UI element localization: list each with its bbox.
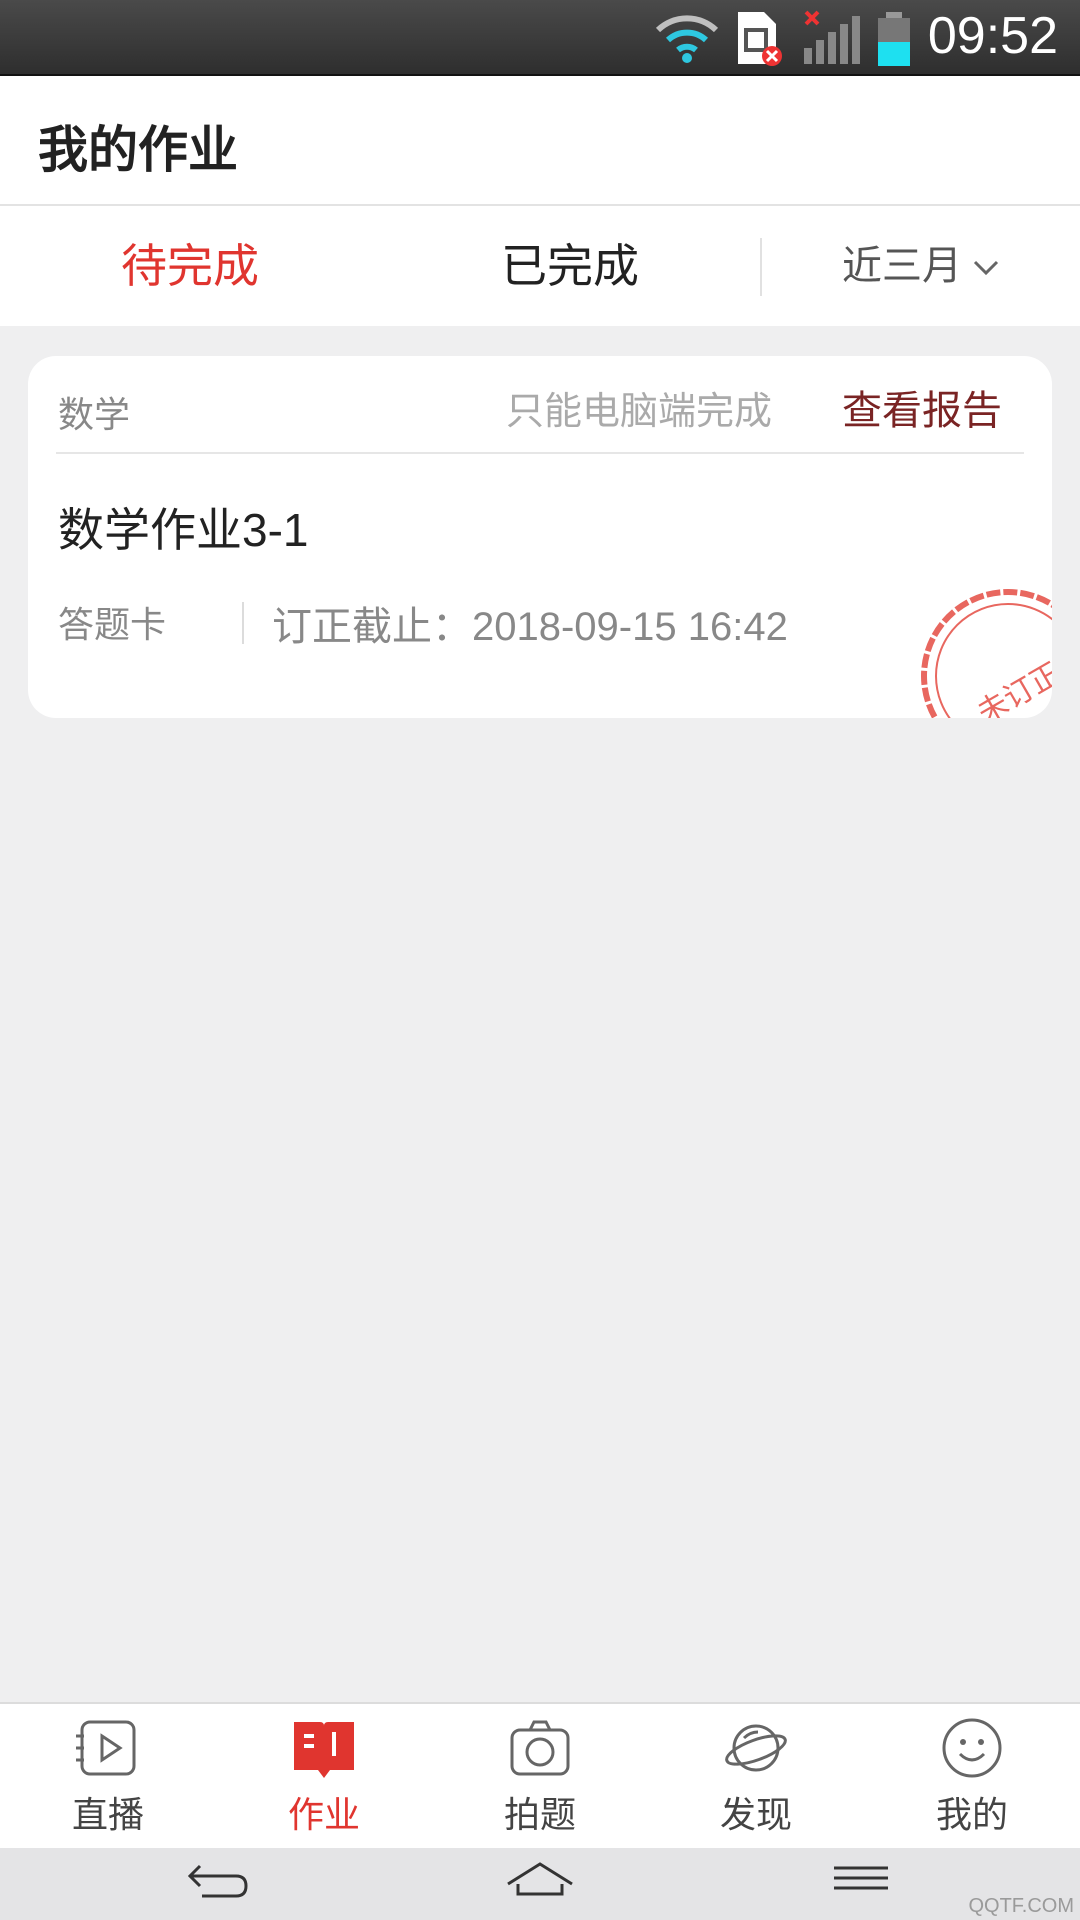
app-header: 我的作业	[0, 76, 1080, 206]
play-icon	[76, 1720, 136, 1776]
home-icon[interactable]	[506, 1858, 574, 1902]
book-icon	[294, 1722, 354, 1778]
sim-error-icon	[734, 10, 786, 72]
homework-tabs: 待完成 已完成 近三月	[0, 206, 1080, 326]
not-corrected-stamp: 未订正	[921, 589, 1052, 718]
nav-discover[interactable]: 发现	[648, 1704, 864, 1850]
time-range-label: 近三月	[842, 243, 962, 289]
back-icon[interactable]	[186, 1858, 252, 1902]
nav-label-homework: 作业	[287, 1795, 360, 1836]
tab-pending[interactable]: 待完成	[0, 206, 380, 326]
card-divider	[56, 452, 1024, 454]
signal-icon	[800, 10, 862, 70]
system-nav-bar: QQTF.COM	[0, 1848, 1080, 1920]
subject-label: 数学	[58, 395, 131, 436]
meta-separator	[242, 602, 244, 644]
view-report-button[interactable]: 查看报告	[842, 378, 1002, 436]
status-bar: 09:52	[0, 0, 1080, 76]
nav-photo-question[interactable]: 拍题	[432, 1704, 648, 1850]
camera-icon	[510, 1720, 570, 1776]
homework-title: 数学作业3-1	[58, 504, 309, 556]
smiley-icon	[942, 1718, 1002, 1778]
nav-mine[interactable]: 我的	[864, 1704, 1080, 1850]
menu-icon[interactable]	[832, 1858, 890, 1902]
nav-label-discover: 发现	[719, 1795, 792, 1836]
nav-live[interactable]: 直播	[0, 1704, 216, 1850]
pc-only-note: 只能电脑端完成	[506, 389, 773, 433]
nav-label-live: 直播	[71, 1795, 144, 1836]
stamp-text: 未订正	[972, 656, 1052, 718]
battery-icon	[874, 10, 914, 72]
nav-label-photo: 拍题	[503, 1795, 576, 1836]
page-title: 我的作业	[38, 121, 238, 179]
nav-homework[interactable]: 作业	[216, 1704, 432, 1850]
homework-card[interactable]: 数学 只能电脑端完成 查看报告 数学作业3-1 答题卡 订正截止：2018-09…	[28, 356, 1052, 718]
bottom-nav: 直播 作业 拍题 发现 我的	[0, 1702, 1080, 1850]
tab-completed[interactable]: 已完成	[380, 206, 760, 326]
chevron-down-icon	[962, 243, 1000, 289]
wifi-icon	[654, 10, 720, 70]
correction-deadline: 订正截止：2018-09-15 16:42	[272, 605, 788, 649]
homework-type: 答题卡	[58, 605, 167, 646]
planet-icon	[725, 1724, 787, 1772]
time-range-dropdown[interactable]: 近三月	[762, 206, 1080, 326]
watermark: QQTF.COM	[968, 1895, 1074, 1917]
status-time: 09:52	[927, 7, 1058, 65]
nav-label-mine: 我的	[935, 1795, 1008, 1836]
